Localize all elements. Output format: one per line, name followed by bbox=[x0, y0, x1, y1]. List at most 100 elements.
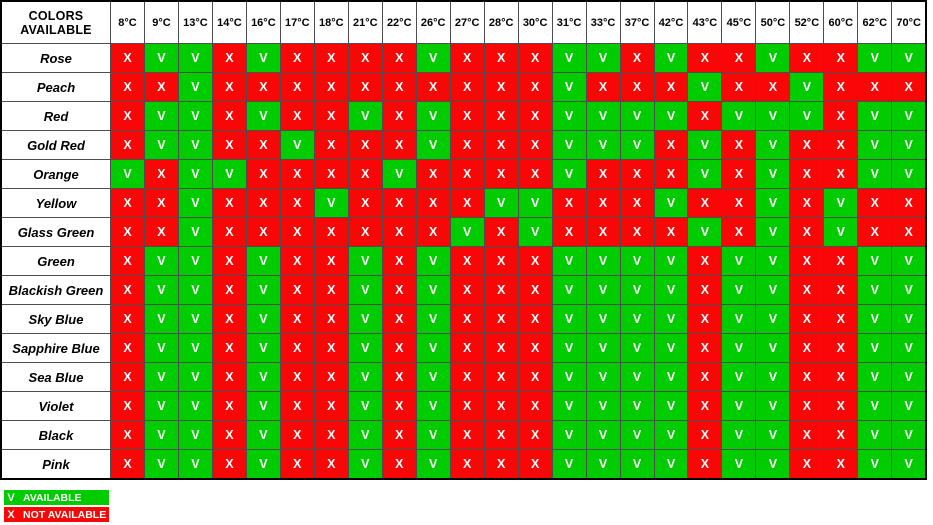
availability-cell: X bbox=[585, 217, 621, 247]
availability-cell: X bbox=[279, 43, 315, 73]
availability-cell: X bbox=[789, 420, 825, 450]
availability-cell: X bbox=[143, 159, 179, 189]
availability-cell: V bbox=[551, 101, 587, 131]
availability-cell: V bbox=[687, 72, 723, 102]
availability-cell: X bbox=[313, 43, 349, 73]
color-row-label: Peach bbox=[0, 72, 111, 102]
availability-cell: V bbox=[347, 449, 383, 480]
color-row-label: Sapphire Blue bbox=[0, 333, 111, 363]
color-row-label: Sea Blue bbox=[0, 362, 111, 392]
availability-cell: X bbox=[755, 72, 791, 102]
availability-cell: V bbox=[551, 391, 587, 421]
availability-cell: X bbox=[517, 130, 553, 160]
color-temperature-availability-table: COLORS AVAILABLE 8°C 9°C 13°C 14°C 16°C 17°C 1… bbox=[0, 0, 927, 480]
availability-cell: V bbox=[143, 43, 179, 73]
temperature-column-header: 31°C bbox=[551, 0, 587, 44]
availability-cell: X bbox=[517, 333, 553, 363]
corner-header-line1: COLORS bbox=[28, 8, 84, 23]
availability-cell: X bbox=[313, 391, 349, 421]
availability-cell: V bbox=[891, 246, 927, 276]
availability-cell: V bbox=[857, 449, 893, 480]
availability-cell: V bbox=[245, 333, 281, 363]
availability-cell: V bbox=[245, 275, 281, 305]
availability-cell: V bbox=[619, 246, 655, 276]
availability-cell: V bbox=[653, 101, 689, 131]
availability-cell: X bbox=[789, 304, 825, 334]
color-row-label: Green bbox=[0, 246, 111, 276]
availability-cell: X bbox=[381, 449, 417, 480]
availability-cell: V bbox=[245, 391, 281, 421]
availability-cell: X bbox=[313, 333, 349, 363]
availability-cell: X bbox=[110, 333, 145, 363]
availability-cell: V bbox=[177, 420, 213, 450]
availability-cell: X bbox=[211, 304, 247, 334]
availability-cell: V bbox=[755, 275, 791, 305]
availability-cell: V bbox=[177, 188, 213, 218]
availability-cell: V bbox=[177, 101, 213, 131]
availability-cell: X bbox=[653, 130, 689, 160]
availability-cell: V bbox=[143, 304, 179, 334]
availability-cell: X bbox=[517, 72, 553, 102]
availability-cell: X bbox=[211, 217, 247, 247]
temperature-column-header: 21°C bbox=[347, 0, 383, 44]
availability-cell: X bbox=[110, 43, 145, 73]
legend-row-available: V AVAILABLE bbox=[4, 490, 109, 505]
temperature-column-header: 14°C bbox=[211, 0, 247, 44]
availability-cell: V bbox=[619, 449, 655, 480]
availability-cell: V bbox=[143, 449, 179, 480]
availability-cell: V bbox=[755, 246, 791, 276]
availability-cell: V bbox=[891, 304, 927, 334]
availability-cell: V bbox=[551, 304, 587, 334]
availability-cell: V bbox=[585, 420, 621, 450]
availability-cell: V bbox=[823, 217, 859, 247]
corner-header: COLORS AVAILABLE bbox=[0, 0, 111, 44]
table-row: Pink X V V X V X X V X V X X X V V V V X V V X X V V bbox=[0, 449, 927, 480]
availability-cell: V bbox=[415, 130, 451, 160]
availability-cell: V bbox=[415, 246, 451, 276]
availability-cell: V bbox=[110, 159, 145, 189]
table-row: Red X V V X V X X V X V X X X V V V V X V V V X V V bbox=[0, 101, 927, 131]
availability-cell: V bbox=[177, 43, 213, 73]
legend-row-not-available: X NOT AVAILABLE bbox=[4, 507, 109, 522]
availability-cell: X bbox=[347, 159, 383, 189]
availability-cell: X bbox=[483, 43, 519, 73]
availability-cell: V bbox=[857, 275, 893, 305]
availability-cell: V bbox=[619, 130, 655, 160]
availability-cell: X bbox=[313, 246, 349, 276]
availability-cell: V bbox=[177, 362, 213, 392]
availability-cell: V bbox=[483, 188, 519, 218]
availability-cell: V bbox=[721, 362, 757, 392]
availability-cell: X bbox=[211, 72, 247, 102]
availability-cell: V bbox=[891, 391, 927, 421]
availability-cell: X bbox=[279, 333, 315, 363]
availability-cell: V bbox=[857, 304, 893, 334]
availability-cell: V bbox=[585, 43, 621, 73]
availability-cell: X bbox=[279, 275, 315, 305]
availability-cell: V bbox=[585, 246, 621, 276]
availability-cell: V bbox=[415, 391, 451, 421]
availability-cell: V bbox=[143, 101, 179, 131]
availability-cell: V bbox=[415, 275, 451, 305]
availability-cell: V bbox=[653, 391, 689, 421]
availability-cell: X bbox=[653, 217, 689, 247]
availability-cell: X bbox=[347, 130, 383, 160]
availability-cell: V bbox=[347, 362, 383, 392]
corner-header-line2: AVAILABLE bbox=[20, 22, 92, 37]
color-row-label: Gold Red bbox=[0, 130, 111, 160]
availability-cell: V bbox=[721, 246, 757, 276]
availability-cell: V bbox=[891, 130, 927, 160]
availability-cell: V bbox=[517, 188, 553, 218]
availability-cell: X bbox=[381, 101, 417, 131]
availability-cell: V bbox=[755, 362, 791, 392]
availability-cell: V bbox=[789, 72, 825, 102]
availability-cell: X bbox=[789, 43, 825, 73]
availability-cell: X bbox=[585, 188, 621, 218]
color-row-label: Black bbox=[0, 420, 111, 450]
availability-cell: X bbox=[483, 72, 519, 102]
availability-cell: X bbox=[789, 217, 825, 247]
temperature-column-header: 30°C bbox=[517, 0, 553, 44]
availability-cell: X bbox=[347, 72, 383, 102]
availability-cell: X bbox=[687, 362, 723, 392]
legend: V AVAILABLE X NOT AVAILABLE bbox=[4, 490, 933, 522]
availability-cell: V bbox=[585, 449, 621, 480]
